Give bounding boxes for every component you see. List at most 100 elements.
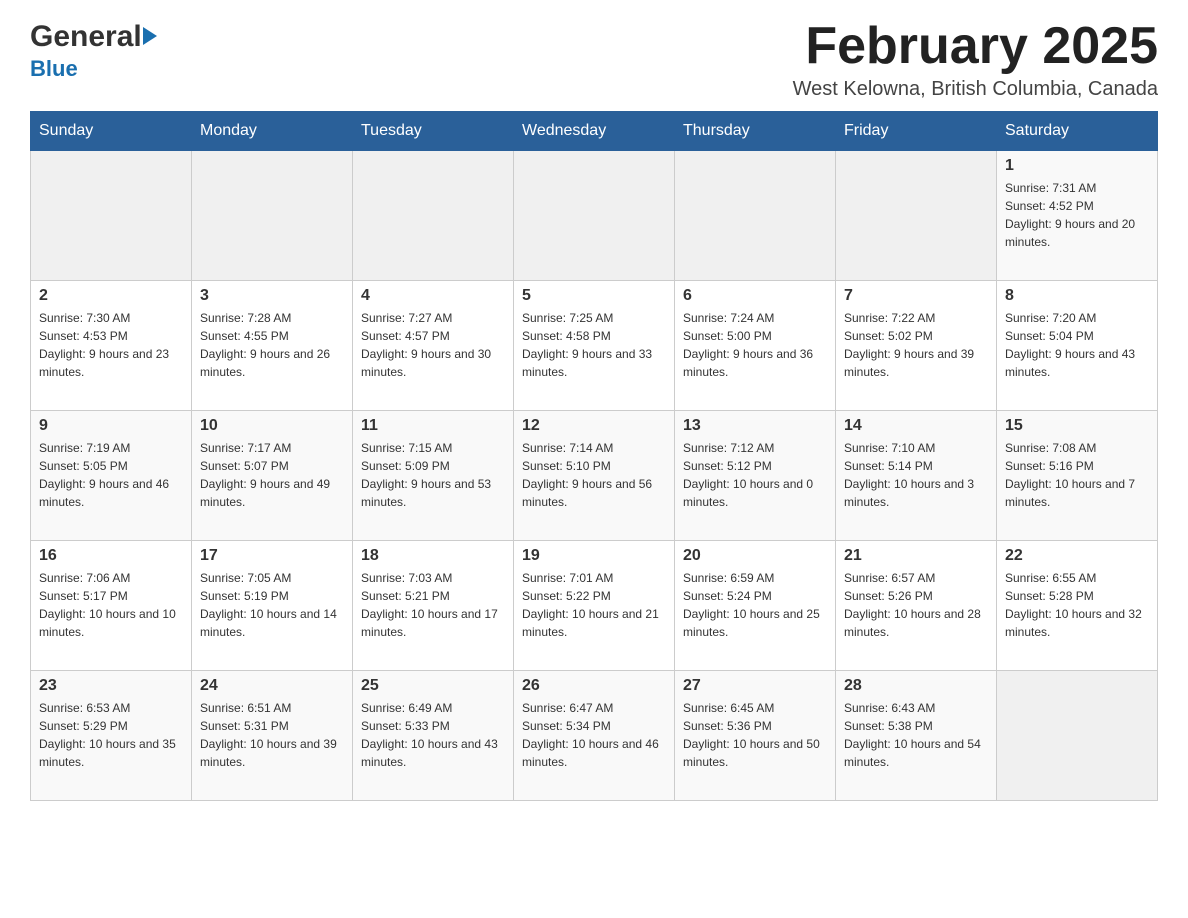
logo-triangle-icon: [143, 27, 157, 45]
day-sun-info: Sunrise: 7:01 AMSunset: 5:22 PMDaylight:…: [522, 569, 666, 641]
day-sun-info: Sunrise: 6:57 AMSunset: 5:26 PMDaylight:…: [844, 569, 988, 641]
day-sun-info: Sunrise: 7:22 AMSunset: 5:02 PMDaylight:…: [844, 309, 988, 381]
calendar-cell: 25 Sunrise: 6:49 AMSunset: 5:33 PMDayligh…: [353, 671, 514, 801]
day-sun-info: Sunrise: 7:10 AMSunset: 5:14 PMDaylight:…: [844, 439, 988, 511]
day-sun-info: Sunrise: 7:14 AMSunset: 5:10 PMDaylight:…: [522, 439, 666, 511]
calendar-cell: 10 Sunrise: 7:17 AMSunset: 5:07 PMDayligh…: [192, 411, 353, 541]
day-number: 10: [200, 417, 344, 435]
day-number: 12: [522, 417, 666, 435]
calendar-cell: 3 Sunrise: 7:28 AMSunset: 4:55 PMDaylight…: [192, 281, 353, 411]
day-sun-info: Sunrise: 6:49 AMSunset: 5:33 PMDaylight:…: [361, 699, 505, 771]
logo-blue-text: Blue: [30, 56, 78, 82]
calendar-cell: [514, 151, 675, 281]
calendar-cell: [997, 671, 1158, 801]
day-sun-info: Sunrise: 7:03 AMSunset: 5:21 PMDaylight:…: [361, 569, 505, 641]
calendar-cell: 15Sunrise: 7:08 AMSunset: 5:16 PMDayligh…: [997, 411, 1158, 541]
day-sun-info: Sunrise: 7:06 AMSunset: 5:17 PMDaylight:…: [39, 569, 183, 641]
day-sun-info: Sunrise: 7:31 AMSunset: 4:52 PMDaylight:…: [1005, 179, 1149, 251]
calendar-cell: 2 Sunrise: 7:30 AMSunset: 4:53 PMDaylight…: [31, 281, 192, 411]
day-number: 21: [844, 547, 988, 565]
calendar-week-row: 2 Sunrise: 7:30 AMSunset: 4:53 PMDaylight…: [31, 281, 1158, 411]
title-section: February 2025 West Kelowna, British Colu…: [793, 20, 1158, 101]
month-title: February 2025: [793, 20, 1158, 72]
day-number: 25: [361, 677, 505, 695]
calendar-cell: [31, 151, 192, 281]
calendar-cell: 17 Sunrise: 7:05 AMSunset: 5:19 PMDayligh…: [192, 541, 353, 671]
calendar-week-row: 1 Sunrise: 7:31 AMSunset: 4:52 PMDaylight…: [31, 151, 1158, 281]
day-sun-info: Sunrise: 6:47 AMSunset: 5:34 PMDaylight:…: [522, 699, 666, 771]
day-number: 7: [844, 287, 988, 305]
calendar-cell: [675, 151, 836, 281]
calendar-cell: 24Sunrise: 6:51 AMSunset: 5:31 PMDayligh…: [192, 671, 353, 801]
calendar-cell: 26 Sunrise: 6:47 AMSunset: 5:34 PMDayligh…: [514, 671, 675, 801]
day-sun-info: Sunrise: 7:08 AMSunset: 5:16 PMDaylight:…: [1005, 439, 1149, 511]
calendar-table: Sunday Monday Tuesday Wednesday Thursday…: [30, 111, 1158, 801]
day-sun-info: Sunrise: 7:25 AMSunset: 4:58 PMDaylight:…: [522, 309, 666, 381]
logo: General Blue: [30, 20, 157, 82]
calendar-cell: [192, 151, 353, 281]
day-number: 5: [522, 287, 666, 305]
calendar-header: Sunday Monday Tuesday Wednesday Thursday…: [31, 112, 1158, 151]
day-sun-info: Sunrise: 7:15 AMSunset: 5:09 PMDaylight:…: [361, 439, 505, 511]
day-number: 4: [361, 287, 505, 305]
header-saturday: Saturday: [997, 112, 1158, 151]
calendar-week-row: 16Sunrise: 7:06 AMSunset: 5:17 PMDayligh…: [31, 541, 1158, 671]
calendar-cell: 4 Sunrise: 7:27 AMSunset: 4:57 PMDaylight…: [353, 281, 514, 411]
calendar-cell: 6 Sunrise: 7:24 AMSunset: 5:00 PMDaylight…: [675, 281, 836, 411]
day-number: 27: [683, 677, 827, 695]
calendar-cell: 11Sunrise: 7:15 AMSunset: 5:09 PMDayligh…: [353, 411, 514, 541]
day-number: 8: [1005, 287, 1149, 305]
day-number: 24: [200, 677, 344, 695]
calendar-cell: 14Sunrise: 7:10 AMSunset: 5:14 PMDayligh…: [836, 411, 997, 541]
day-sun-info: Sunrise: 6:59 AMSunset: 5:24 PMDaylight:…: [683, 569, 827, 641]
calendar-cell: 12 Sunrise: 7:14 AMSunset: 5:10 PMDayligh…: [514, 411, 675, 541]
calendar-cell: 22 Sunrise: 6:55 AMSunset: 5:28 PMDayligh…: [997, 541, 1158, 671]
calendar-cell: 23 Sunrise: 6:53 AMSunset: 5:29 PMDayligh…: [31, 671, 192, 801]
day-sun-info: Sunrise: 7:27 AMSunset: 4:57 PMDaylight:…: [361, 309, 505, 381]
day-number: 22: [1005, 547, 1149, 565]
calendar-cell: 19 Sunrise: 7:01 AMSunset: 5:22 PMDayligh…: [514, 541, 675, 671]
day-number: 19: [522, 547, 666, 565]
calendar-cell: 8Sunrise: 7:20 AMSunset: 5:04 PMDaylight…: [997, 281, 1158, 411]
day-number: 28: [844, 677, 988, 695]
day-sun-info: Sunrise: 6:45 AMSunset: 5:36 PMDaylight:…: [683, 699, 827, 771]
day-sun-info: Sunrise: 7:17 AMSunset: 5:07 PMDaylight:…: [200, 439, 344, 511]
header-wednesday: Wednesday: [514, 112, 675, 151]
day-number: 17: [200, 547, 344, 565]
header-sunday: Sunday: [31, 112, 192, 151]
calendar-body: 1 Sunrise: 7:31 AMSunset: 4:52 PMDaylight…: [31, 151, 1158, 801]
calendar-cell: 21 Sunrise: 6:57 AMSunset: 5:26 PMDayligh…: [836, 541, 997, 671]
days-of-week-row: Sunday Monday Tuesday Wednesday Thursday…: [31, 112, 1158, 151]
day-sun-info: Sunrise: 7:05 AMSunset: 5:19 PMDaylight:…: [200, 569, 344, 641]
calendar-cell: 9Sunrise: 7:19 AMSunset: 5:05 PMDaylight…: [31, 411, 192, 541]
page-header: General Blue February 2025 West Kelowna,…: [30, 20, 1158, 101]
day-number: 26: [522, 677, 666, 695]
calendar-cell: 18 Sunrise: 7:03 AMSunset: 5:21 PMDayligh…: [353, 541, 514, 671]
day-sun-info: Sunrise: 7:30 AMSunset: 4:53 PMDaylight:…: [39, 309, 183, 381]
calendar-cell: 5 Sunrise: 7:25 AMSunset: 4:58 PMDaylight…: [514, 281, 675, 411]
day-sun-info: Sunrise: 6:55 AMSunset: 5:28 PMDaylight:…: [1005, 569, 1149, 641]
day-number: 20: [683, 547, 827, 565]
calendar-week-row: 9Sunrise: 7:19 AMSunset: 5:05 PMDaylight…: [31, 411, 1158, 541]
day-number: 18: [361, 547, 505, 565]
calendar-cell: [836, 151, 997, 281]
logo-general-text: General: [30, 20, 142, 54]
calendar-cell: 27 Sunrise: 6:45 AMSunset: 5:36 PMDayligh…: [675, 671, 836, 801]
calendar-cell: 1 Sunrise: 7:31 AMSunset: 4:52 PMDaylight…: [997, 151, 1158, 281]
day-sun-info: Sunrise: 7:12 AMSunset: 5:12 PMDaylight:…: [683, 439, 827, 511]
day-sun-info: Sunrise: 7:24 AMSunset: 5:00 PMDaylight:…: [683, 309, 827, 381]
header-tuesday: Tuesday: [353, 112, 514, 151]
calendar-cell: 16Sunrise: 7:06 AMSunset: 5:17 PMDayligh…: [31, 541, 192, 671]
day-sun-info: Sunrise: 7:28 AMSunset: 4:55 PMDaylight:…: [200, 309, 344, 381]
day-sun-info: Sunrise: 6:53 AMSunset: 5:29 PMDaylight:…: [39, 699, 183, 771]
header-monday: Monday: [192, 112, 353, 151]
day-number: 23: [39, 677, 183, 695]
day-sun-info: Sunrise: 7:19 AMSunset: 5:05 PMDaylight:…: [39, 439, 183, 511]
day-number: 6: [683, 287, 827, 305]
day-sun-info: Sunrise: 6:43 AMSunset: 5:38 PMDaylight:…: [844, 699, 988, 771]
day-number: 3: [200, 287, 344, 305]
day-number: 1: [1005, 157, 1149, 175]
calendar-week-row: 23 Sunrise: 6:53 AMSunset: 5:29 PMDayligh…: [31, 671, 1158, 801]
calendar-cell: 13Sunrise: 7:12 AMSunset: 5:12 PMDayligh…: [675, 411, 836, 541]
day-number: 2: [39, 287, 183, 305]
